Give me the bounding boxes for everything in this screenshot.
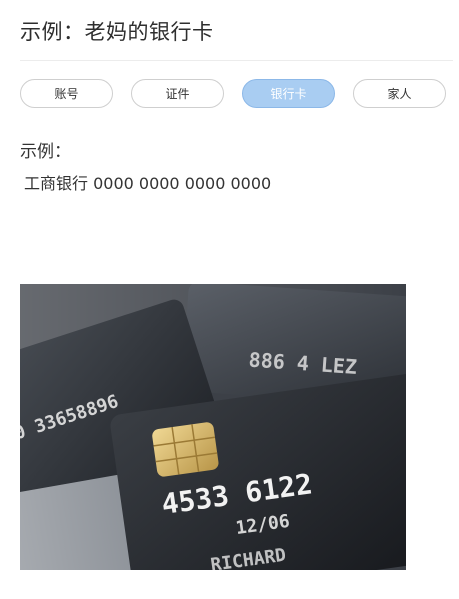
header-divider (20, 60, 453, 61)
example-label: 示例： (20, 142, 71, 162)
chip-icon (152, 422, 219, 477)
bank-cards-photo: 886 4 LEZ 0 33658896 4533 6122 12/06 RIC… (20, 284, 406, 570)
tab-bank-card[interactable]: 银行卡 (242, 79, 335, 108)
tab-account[interactable]: 账号 (20, 79, 113, 108)
page-title: 示例：老妈的银行卡 (20, 20, 214, 44)
tab-family[interactable]: 家人 (353, 79, 446, 108)
bank-cards-illustration: 886 4 LEZ 0 33658896 4533 6122 12/06 RIC… (20, 284, 406, 570)
tab-id-document[interactable]: 证件 (131, 79, 224, 108)
example-value: 工商银行 0000 0000 0000 0000 (24, 174, 272, 193)
